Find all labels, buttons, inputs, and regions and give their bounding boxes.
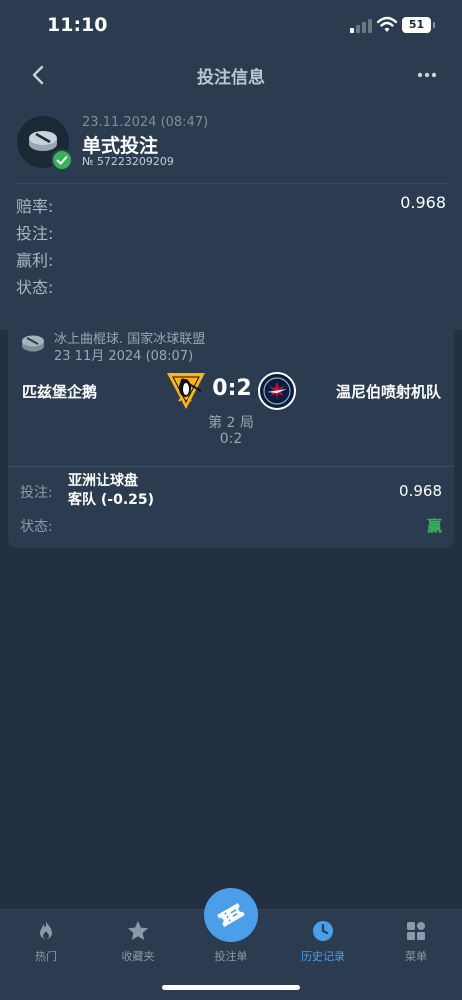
win-check-icon — [51, 149, 73, 171]
home-team-name: 匹兹堡企鹅 — [22, 383, 98, 401]
odds-label: 赔率: — [16, 197, 54, 216]
match-score: 0:2 — [212, 376, 252, 401]
wifi-icon — [377, 16, 397, 32]
match-date: 23 11月 2024 (08:07) — [54, 349, 194, 364]
bet-market: 亚洲让球盘 — [68, 473, 138, 489]
bet-status-badge: 赢 — [426, 517, 442, 535]
winnings-label: 赢利: — [16, 251, 54, 270]
tab-menu[interactable]: 菜单 — [370, 910, 462, 980]
tab-label: 热门 — [35, 950, 57, 963]
signal-icon — [350, 19, 372, 33]
battery-indicator: 51 — [402, 17, 431, 33]
tab-label: 历史记录 — [301, 950, 345, 963]
stake-label: 投注: — [16, 224, 54, 243]
jets-logo-icon — [258, 372, 296, 410]
match-card[interactable]: 冰上曲棍球. 国家冰球联盟 23 11月 2024 (08:07) 匹兹堡企鹅 … — [8, 320, 454, 548]
star-icon — [128, 921, 148, 940]
betslip-button[interactable] — [204, 888, 258, 942]
penguins-logo-icon — [167, 373, 205, 409]
grid-icon — [407, 922, 425, 940]
bet-market-label: 投注: — [20, 485, 53, 501]
bet-odds: 0.968 — [399, 482, 442, 500]
tab-label: 菜单 — [405, 950, 427, 963]
bet-selection: 客队 (-0.25) — [68, 492, 155, 508]
bet-number: № 57223209209 — [82, 155, 174, 168]
status-label: 状态: — [16, 278, 54, 297]
flame-icon — [40, 921, 52, 939]
tab-history[interactable]: 历史记录 — [277, 910, 369, 980]
divider — [8, 466, 454, 467]
page-title: 投注信息 — [197, 68, 265, 88]
status-time: 11:10 — [47, 14, 108, 36]
bet-status-label: 状态: — [20, 519, 53, 535]
away-team-name: 温尼伯喷射机队 — [335, 383, 441, 401]
home-indicator — [162, 985, 300, 990]
hockey-puck-icon — [22, 335, 44, 352]
tab-label: 投注单 — [214, 950, 248, 963]
bet-type: 单式投注 — [82, 135, 159, 157]
clock-icon — [313, 921, 333, 941]
more-options-icon[interactable] — [412, 62, 442, 88]
match-period: 第 2 局 — [208, 415, 254, 431]
tab-label: 收藏夹 — [121, 950, 155, 963]
odds-value: 0.968 — [400, 193, 446, 212]
bet-date: 23.11.2024 (08:47) — [82, 115, 209, 130]
divider — [14, 183, 448, 184]
battery-tip — [433, 22, 435, 28]
tab-favorites[interactable]: 收藏夹 — [92, 910, 184, 980]
period-score: 0:2 — [219, 431, 243, 447]
status-bar: 11:10 51 — [0, 0, 462, 52]
ticket-icon — [217, 902, 245, 928]
tab-popular[interactable]: 热门 — [0, 910, 92, 980]
